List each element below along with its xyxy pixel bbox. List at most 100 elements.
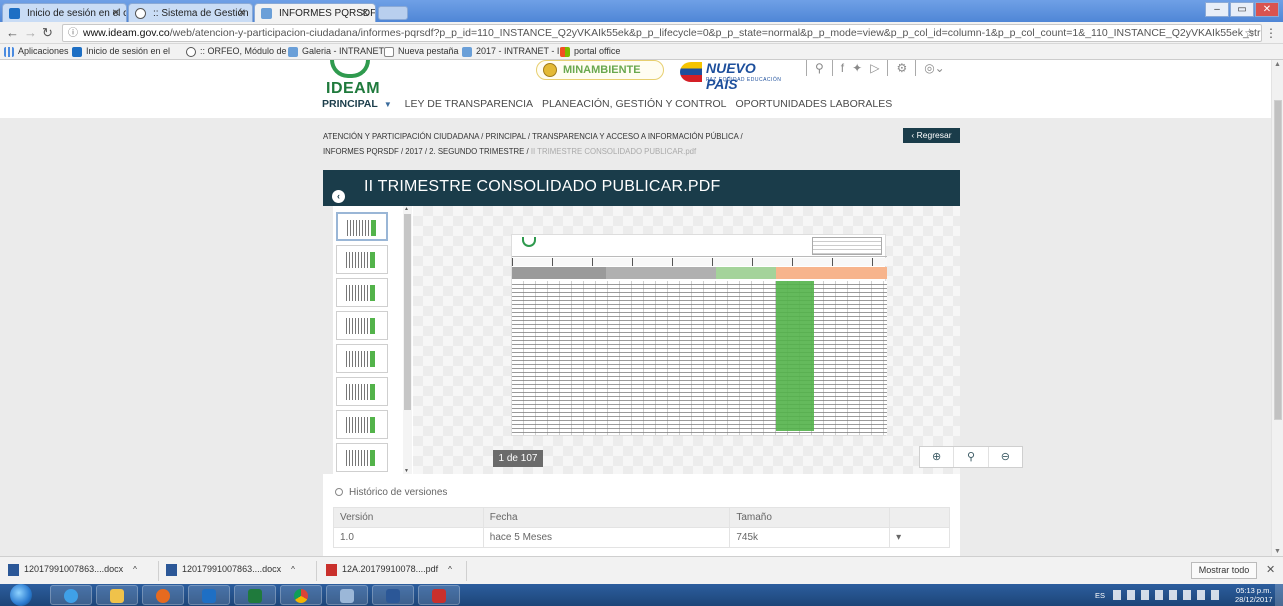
address-bar[interactable]: ⓘ www.ideam.gov.co/web/atencion-y-partic… [62, 24, 1262, 42]
browser-tab-outlook[interactable]: Inicio de sesión en el clie ✕ [2, 3, 127, 22]
close-icon[interactable]: ✕ [112, 4, 120, 22]
taskbar-outlook[interactable] [188, 585, 230, 605]
scroll-up-icon[interactable]: ▲ [404, 206, 409, 212]
browser-tab-informes[interactable]: INFORMES PQRSDF - IDE ✕ [254, 3, 376, 22]
caret-down-icon[interactable]: ▾ [896, 532, 901, 543]
info-icon[interactable]: ⓘ [68, 26, 78, 41]
column-header-version: Versión [333, 507, 484, 528]
back-button[interactable]: ‹ Regresar [903, 128, 960, 143]
bookmark-portal-office[interactable]: portal office [560, 44, 620, 59]
page-thumbnail[interactable] [336, 311, 388, 340]
taskbar-app[interactable] [326, 585, 368, 605]
tray-icons[interactable] [1113, 590, 1225, 600]
start-button[interactable] [10, 584, 32, 606]
youtube-icon[interactable]: ▷ [870, 61, 879, 75]
taskbar-firefox[interactable] [142, 585, 184, 605]
close-icon[interactable]: ✕ [361, 4, 369, 22]
chevron-down-icon[interactable]: ▼ [384, 100, 392, 109]
taskbar-chrome[interactable] [280, 585, 322, 605]
version-history-title: Histórico de versiones [335, 487, 447, 498]
search-icon[interactable]: ⚲ [815, 61, 824, 75]
bookmark-outlook[interactable]: Inicio de sesión en el [72, 44, 170, 59]
accessibility-icon[interactable]: ◎⌄ [924, 61, 945, 75]
download-item[interactable]: 12017991007863....docx ^ [166, 564, 295, 576]
bookmark-star-icon[interactable]: ☆ [1244, 25, 1255, 41]
nav-item-oportunidades[interactable]: OPORTUNIDADES LABORALES [735, 98, 892, 110]
close-icon[interactable]: ✕ [238, 4, 246, 22]
scrollbar-thumb[interactable] [1274, 100, 1282, 420]
nuevo-pais-logo[interactable]: NUEVO PAÍS PAZ EQUIDAD EDUCACIÓN [680, 60, 784, 92]
header-icons: ⚲ f ✦ ▷ ⚙ ◎⌄ [806, 60, 945, 76]
bookmark-intranet-2017[interactable]: 2017 - INTRANET - II [462, 44, 562, 59]
bookmark-galeria[interactable]: Galeria - INTRANET - [288, 44, 389, 59]
clock[interactable]: 05:13 p.m. 28/12/2017 [1235, 586, 1273, 604]
taskbar-excel[interactable] [234, 585, 276, 605]
chevron-up-icon[interactable]: ^ [133, 565, 137, 574]
clock-icon [335, 488, 343, 496]
menu-dots-icon[interactable]: ⋮ [1265, 26, 1277, 40]
breadcrumb-line-1[interactable]: ATENCIÓN Y PARTICIPACIÓN CIUDADANA / PRI… [323, 129, 883, 144]
page-thumbnail[interactable] [336, 344, 388, 373]
page-thumbnail[interactable] [336, 278, 388, 307]
nav-item-principal[interactable]: PRINCIPAL [322, 98, 378, 110]
ideam-logo-text: IDEAM [326, 80, 381, 97]
back-circle-icon[interactable]: ‹ [332, 190, 345, 203]
taskbar-ie[interactable] [50, 585, 92, 605]
close-icon[interactable]: ✕ [1266, 563, 1275, 576]
new-tab-button[interactable] [378, 6, 408, 20]
chevron-up-icon[interactable]: ^ [448, 565, 452, 574]
browser-tab-orfeo[interactable]: :: Sistema de Gestión Do ✕ [128, 3, 253, 22]
document-title: II TRIMESTRE CONSOLIDADO PUBLICAR.PDF [364, 178, 721, 195]
language-indicator[interactable]: ES [1095, 591, 1105, 600]
nav-item-planeacion[interactable]: PLANEACIÓN, GESTIÓN Y CONTROL [542, 98, 727, 110]
download-item[interactable]: 12017991007863....docx ^ [8, 564, 137, 576]
firefox-icon [156, 589, 170, 603]
scroll-down-icon[interactable]: ▼ [1274, 548, 1281, 555]
zoom-out-icon[interactable]: ⊖ [989, 447, 1022, 467]
version-history: Histórico de versiones Versión Fecha Tam… [323, 474, 960, 556]
taskbar-explorer[interactable] [96, 585, 138, 605]
highlighted-column [776, 281, 814, 431]
bookmark-apps[interactable]: Aplicaciones [4, 44, 69, 59]
page-thumbnail[interactable] [336, 410, 388, 439]
taskbar-acrobat[interactable] [418, 585, 460, 605]
coat-of-arms-icon [543, 63, 557, 77]
scroll-up-icon[interactable]: ▲ [1274, 61, 1281, 68]
page-scrollbar[interactable]: ▲ ▼ [1271, 60, 1283, 556]
breadcrumb-line-2[interactable]: INFORMES PQRSDF / 2017 / 2. SEGUNDO TRIM… [323, 147, 529, 156]
thumbnail-scrollbar[interactable]: ▲ ▼ [403, 206, 412, 474]
taskbar-word[interactable] [372, 585, 414, 605]
ideam-icon [261, 8, 272, 19]
page-thumbnail[interactable] [336, 245, 388, 274]
download-item[interactable]: 12A.20179910078....pdf ^ [326, 564, 452, 576]
twitter-icon[interactable]: ✦ [852, 61, 862, 75]
bookmark-new-tab[interactable]: Nueva pestaña [384, 44, 459, 59]
minambiente-logo[interactable]: MINAMBIENTE [536, 60, 664, 80]
bookmark-orfeo[interactable]: :: ORFEO, Módulo de [186, 44, 287, 59]
zoom-in-icon[interactable]: ⊕ [920, 447, 955, 467]
show-desktop-button[interactable] [1275, 584, 1283, 606]
facebook-icon[interactable]: f [841, 61, 844, 75]
nav-item-transparencia[interactable]: LEY DE TRANSPARENCIA [405, 98, 533, 110]
forward-arrow-icon[interactable]: → [24, 25, 37, 41]
gear-icon[interactable]: ⚙ [896, 61, 907, 75]
maximize-button[interactable]: ▭ [1230, 2, 1254, 17]
row-actions-dropdown[interactable]: ▾ [889, 527, 950, 548]
scrollbar-thumb[interactable] [404, 214, 411, 410]
page-icon [384, 47, 394, 57]
show-all-downloads-button[interactable]: Mostrar todo [1191, 562, 1257, 579]
bookmark-label: Galeria - INTRANET - [302, 46, 390, 56]
reload-icon[interactable]: ↻ [42, 25, 53, 41]
zoom-fit-icon[interactable]: ⚲ [954, 447, 989, 467]
ideam-logo-mark [330, 60, 370, 78]
word-file-icon [166, 564, 177, 576]
page-thumbnail[interactable] [336, 212, 388, 241]
download-label: 12A.20179910078....pdf [342, 564, 439, 574]
chevron-up-icon[interactable]: ^ [291, 565, 295, 574]
minimize-button[interactable]: – [1205, 2, 1229, 17]
close-window-button[interactable]: ✕ [1255, 2, 1279, 17]
back-arrow-icon[interactable]: ← [6, 25, 19, 41]
page-thumbnail[interactable] [336, 377, 388, 406]
ideam-logo[interactable]: IDEAM [326, 60, 380, 98]
page-thumbnail[interactable] [336, 443, 388, 472]
